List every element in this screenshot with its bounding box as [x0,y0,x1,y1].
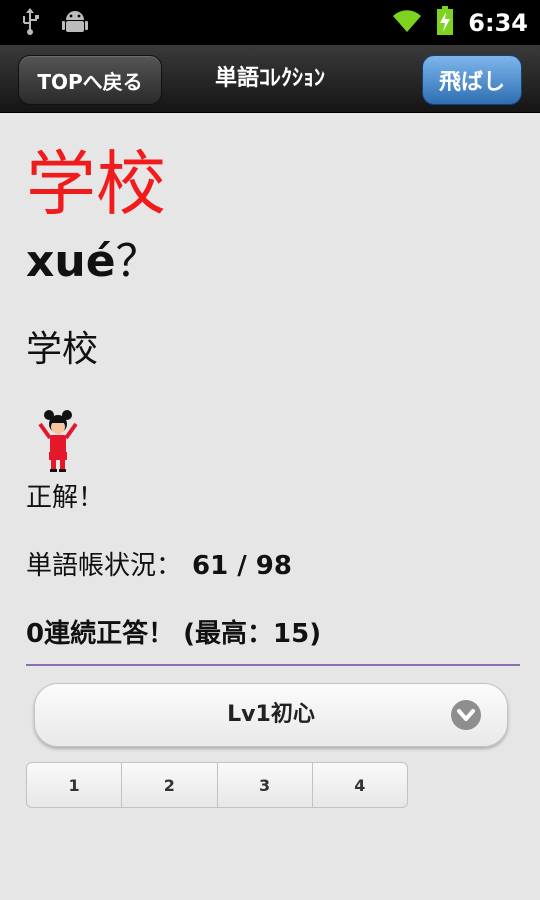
mascot-girl-icon [32,408,84,474]
level-select[interactable]: Lv1初心 [34,683,508,747]
result-text: 正解！ [26,483,105,513]
pinyin: xué [26,236,116,287]
segment-3[interactable]: 3 [218,763,313,807]
wifi-icon [392,8,422,38]
divider [26,664,520,666]
streak-text: 0連続正答！ (最高：15) [26,619,322,649]
progress-label: 単語帳状況： [26,551,183,581]
question-mark: ？ [115,236,160,287]
segment-1[interactable]: 1 [27,763,123,807]
quiz-word: 学校 [26,143,166,225]
battery-charging-icon [436,6,454,40]
pinyin-line: xué？ [26,234,160,290]
level-select-value: Lv1初心 [227,702,315,727]
segment-selector: 1 2 3 4 [26,762,408,808]
answer-word: 学校 [26,329,99,370]
skip-button[interactable]: 飛ばし [422,55,522,105]
page-title: 単語ｺﾚｸｼｮﾝ [214,66,325,91]
segment-2[interactable]: 2 [122,763,218,807]
progress-value: 61 / 98 [192,551,292,581]
segment-4[interactable]: 4 [313,763,407,807]
android-debug-icon [62,8,88,40]
usb-icon [20,8,40,40]
chevron-down-icon [451,700,481,730]
clock: 6:34 [468,9,528,37]
title-bar: TOPへ戻る 単語ｺﾚｸｼｮﾝ 飛ばし [0,45,540,113]
status-bar: 6:34 [0,0,540,45]
back-to-top-button[interactable]: TOPへ戻る [18,55,162,105]
progress-line: 単語帳状況： 61 / 98 [26,546,292,586]
